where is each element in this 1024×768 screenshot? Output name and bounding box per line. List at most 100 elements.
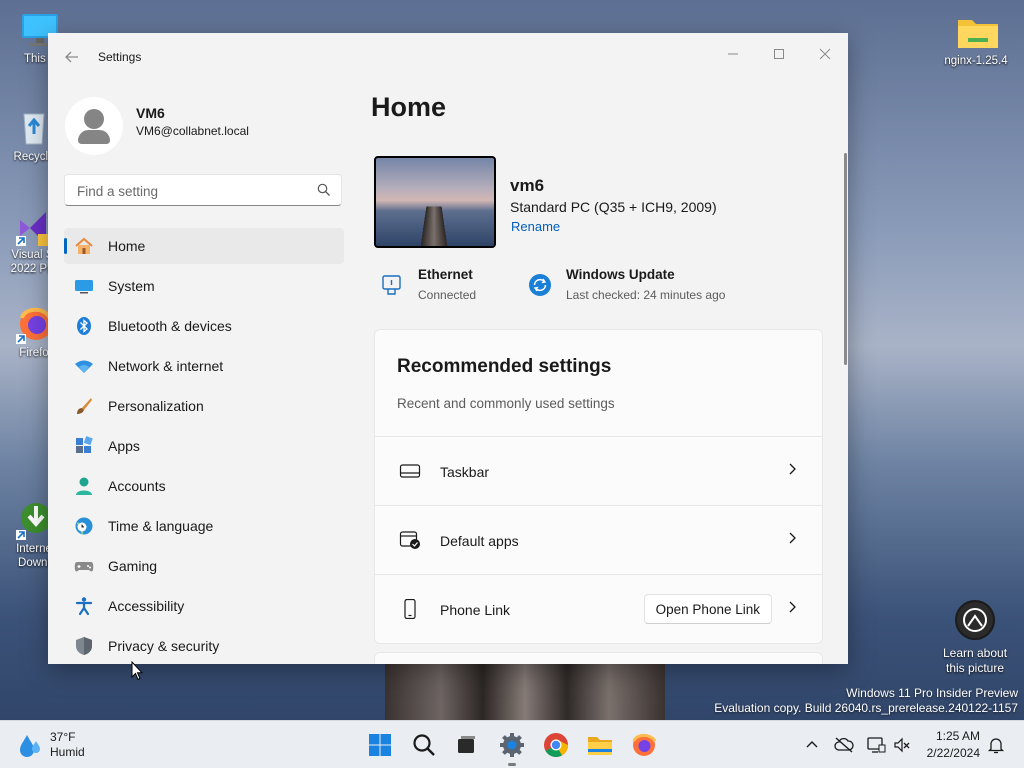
search-icon[interactable] bbox=[317, 183, 331, 197]
weather-condition: Humid bbox=[50, 745, 85, 759]
volume-muted-icon[interactable] bbox=[892, 735, 912, 755]
sidebar-item-apps[interactable]: Apps bbox=[64, 428, 344, 464]
open-phone-link-button[interactable]: Open Phone Link bbox=[643, 594, 772, 624]
window-title: Settings bbox=[98, 50, 142, 64]
search-icon bbox=[413, 734, 435, 756]
taskbar-icon bbox=[399, 464, 421, 478]
windows-update-status: Last checked: 24 minutes ago bbox=[566, 288, 726, 302]
maximize-button[interactable] bbox=[756, 39, 802, 69]
taskbar-firefox-app[interactable] bbox=[628, 729, 660, 761]
start-button[interactable] bbox=[364, 729, 396, 761]
sidebar-item-label: Network & internet bbox=[108, 358, 224, 374]
close-button[interactable] bbox=[802, 39, 848, 69]
recommended-title: Recommended settings bbox=[397, 356, 612, 377]
sidebar-item-label: System bbox=[108, 278, 155, 294]
sidebar-item-label: Time & language bbox=[108, 518, 214, 534]
profile-name: VM6 bbox=[136, 105, 165, 121]
weather-temperature: 37°F bbox=[50, 730, 76, 744]
sidebar-item-label: Bluetooth & devices bbox=[108, 318, 232, 334]
desktop-icon-label: nginx-1.25.4 bbox=[944, 55, 1008, 67]
ethernet-status: Connected bbox=[418, 288, 477, 302]
sidebar-item-label: Home bbox=[108, 238, 146, 254]
recommended-row-label: Taskbar bbox=[440, 464, 490, 480]
mouse-cursor-icon bbox=[131, 661, 143, 681]
avatar-body bbox=[78, 130, 110, 144]
recommended-settings-card: Recommended settings Recent and commonly… bbox=[374, 329, 823, 644]
shield-icon bbox=[76, 637, 92, 655]
recommended-subtitle: Recent and commonly used settings bbox=[397, 396, 615, 411]
taskbar: 37°F Humid 1:25 AM 2/22/2024 bbox=[0, 720, 1024, 768]
show-hidden-icons-chevron-icon[interactable] bbox=[802, 735, 822, 755]
sidebar-item-privacy[interactable]: Privacy & security bbox=[64, 628, 344, 664]
taskbar-search-button[interactable] bbox=[408, 729, 440, 761]
camera-icon bbox=[955, 600, 995, 640]
rename-link[interactable]: Rename bbox=[511, 219, 560, 234]
page-title: Home bbox=[371, 92, 447, 122]
back-arrow-icon[interactable] bbox=[64, 49, 80, 65]
taskbar-chrome-app[interactable] bbox=[540, 729, 572, 761]
sidebar-item-time-language[interactable]: Time & language bbox=[64, 508, 344, 544]
device-model: Standard PC (Q35 + ICH9, 2009) bbox=[510, 199, 717, 215]
recommended-row-default-apps[interactable]: Default apps bbox=[375, 505, 822, 574]
sidebar-item-network[interactable]: Network & internet bbox=[64, 348, 344, 384]
network-icon bbox=[75, 360, 93, 373]
accessibility-icon bbox=[75, 597, 93, 616]
system-icon bbox=[75, 280, 93, 294]
sidebar-item-personalization[interactable]: Personalization bbox=[64, 388, 344, 424]
task-view-icon bbox=[458, 736, 475, 753]
sidebar-item-system[interactable]: System bbox=[64, 268, 344, 304]
sidebar-item-label: Accounts bbox=[108, 478, 166, 494]
sidebar-item-home[interactable]: Home bbox=[64, 228, 344, 264]
sidebar-item-bluetooth[interactable]: Bluetooth & devices bbox=[64, 308, 344, 344]
desktop-icon-nginx-folder[interactable]: nginx-1.25.4 bbox=[942, 12, 1010, 68]
task-view-button[interactable] bbox=[450, 729, 482, 761]
clock-date[interactable]: 2/22/2024 bbox=[918, 746, 980, 760]
device-wallpaper-thumbnail[interactable] bbox=[374, 156, 496, 248]
windows-update-icon[interactable] bbox=[528, 273, 552, 297]
chrome-icon bbox=[544, 733, 568, 758]
search-box[interactable] bbox=[64, 174, 342, 206]
windows-update-title[interactable]: Windows Update bbox=[566, 267, 675, 282]
clock-time[interactable]: 1:25 AM bbox=[934, 729, 980, 743]
sidebar-nav: Home System Bluetooth & devices Network … bbox=[64, 228, 344, 664]
minimize-button[interactable] bbox=[710, 39, 756, 69]
watermark-line2: Evaluation copy. Build 26040.rs_prerelea… bbox=[714, 701, 1018, 715]
default-apps-icon bbox=[399, 531, 420, 549]
next-card bbox=[374, 652, 823, 664]
recommended-row-label: Phone Link bbox=[440, 602, 511, 618]
recommended-row-taskbar[interactable]: Taskbar bbox=[375, 436, 822, 505]
gamepad-icon bbox=[74, 562, 94, 572]
ethernet-icon[interactable] bbox=[380, 273, 404, 297]
recommended-row-label: Default apps bbox=[440, 533, 519, 549]
title-bar[interactable]: Settings bbox=[48, 33, 848, 81]
notification-bell-icon[interactable] bbox=[986, 735, 1006, 755]
sidebar-item-label: Accessibility bbox=[108, 598, 185, 614]
wallpaper-pier bbox=[385, 664, 665, 720]
windows-logo-icon bbox=[369, 734, 391, 756]
recommended-row-phone-link[interactable]: Phone Link Open Phone Link bbox=[375, 574, 822, 643]
sidebar-item-label: Personalization bbox=[108, 398, 204, 414]
learn-about-line2: this picture bbox=[945, 661, 1005, 675]
taskbar-settings-app[interactable] bbox=[496, 729, 528, 766]
accounts-icon bbox=[76, 477, 92, 495]
sidebar-item-accessibility[interactable]: Accessibility bbox=[64, 588, 344, 624]
learn-about-line1: Learn about bbox=[942, 646, 1008, 660]
globe-clock-icon bbox=[75, 517, 93, 535]
ethernet-title[interactable]: Ethernet bbox=[418, 267, 473, 282]
avatar-head bbox=[84, 109, 104, 129]
sidebar-item-label: Privacy & security bbox=[108, 638, 220, 654]
network-status-icon[interactable] bbox=[866, 735, 886, 755]
taskbar-file-explorer-app[interactable] bbox=[584, 729, 616, 761]
learn-about-picture[interactable]: Learn about this picture bbox=[938, 600, 1012, 676]
cloud-offline-icon[interactable] bbox=[834, 735, 854, 755]
chevron-right-icon bbox=[789, 463, 796, 475]
brush-icon bbox=[77, 398, 92, 414]
avatar[interactable] bbox=[65, 97, 123, 155]
gear-icon bbox=[500, 733, 524, 757]
sidebar-item-gaming[interactable]: Gaming bbox=[64, 548, 344, 584]
thumbnail-pier bbox=[419, 206, 449, 246]
sidebar-item-accounts[interactable]: Accounts bbox=[64, 468, 344, 504]
search-input[interactable] bbox=[75, 181, 309, 201]
folder-icon bbox=[588, 737, 612, 755]
vertical-scrollbar[interactable] bbox=[844, 153, 847, 365]
